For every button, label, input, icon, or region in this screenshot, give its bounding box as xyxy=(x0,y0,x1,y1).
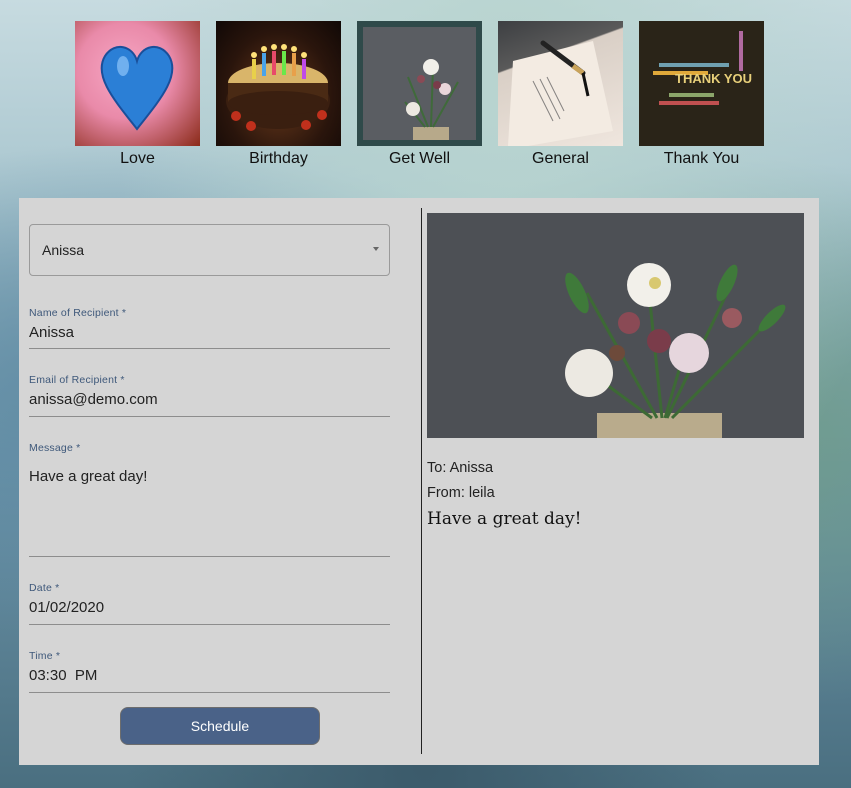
recipient-email-input[interactable]: anissa@demo.com xyxy=(29,391,390,411)
preview-message: Have a great day! xyxy=(427,509,582,529)
card-form-panel: Anissa Name of Recipient * Anissa Email … xyxy=(19,198,819,765)
heart-image[interactable] xyxy=(75,21,200,146)
panel-divider xyxy=(421,208,422,754)
recipient-email-field[interactable]: Email of Recipient * anissa@demo.com xyxy=(29,374,390,417)
flowers-icon xyxy=(427,213,804,438)
date-field[interactable]: Date * 01/02/2020 xyxy=(29,582,390,625)
thank-you-words-image[interactable]: THANK YOU xyxy=(639,21,764,146)
flowers-icon xyxy=(363,27,476,140)
category-general[interactable]: General xyxy=(498,21,623,168)
category-birthday[interactable]: Birthday xyxy=(216,21,341,168)
date-input[interactable]: 01/02/2020 xyxy=(29,599,390,619)
time-input[interactable]: 03:30 PM xyxy=(29,667,390,687)
card-category-gallery: Love Birthday Get Well General THANK YOU… xyxy=(75,21,764,168)
category-label: Thank You xyxy=(663,150,740,167)
category-get-well[interactable]: Get Well xyxy=(357,21,482,168)
category-thank-you[interactable]: THANK YOU Thank You xyxy=(639,21,764,168)
card-preview-image xyxy=(427,213,804,438)
contact-select[interactable]: Anissa xyxy=(29,224,390,276)
category-love[interactable]: Love xyxy=(75,21,200,168)
category-label: General xyxy=(532,150,589,167)
preview-from: From: leila xyxy=(427,485,495,501)
time-field[interactable]: Time * 03:30 PM xyxy=(29,650,390,693)
contact-select-value: Anissa xyxy=(42,242,85,258)
recipient-name-label: Name of Recipient * xyxy=(29,307,127,319)
dropdown-caret-icon[interactable] xyxy=(373,247,379,251)
input-underline xyxy=(29,348,390,349)
input-underline xyxy=(29,556,390,557)
thank-you-words-icon: THANK YOU xyxy=(653,31,752,105)
category-label: Love xyxy=(120,150,155,167)
category-label: Get Well xyxy=(388,150,451,167)
flowers-image[interactable] xyxy=(357,21,482,146)
birthday-cake-image[interactable] xyxy=(216,21,341,146)
input-underline xyxy=(29,416,390,417)
message-textarea[interactable]: Have a great day! xyxy=(29,468,390,488)
pen-paper-icon xyxy=(508,40,613,146)
schedule-button[interactable]: Schedule xyxy=(120,707,320,745)
birthday-cake-icon xyxy=(226,44,330,131)
thank-you-text: THANK YOU xyxy=(675,71,752,86)
recipient-name-input[interactable]: Anissa xyxy=(29,324,390,344)
input-underline xyxy=(29,624,390,625)
message-label: Message * xyxy=(29,442,81,454)
pen-paper-image[interactable] xyxy=(498,21,623,146)
date-label: Date * xyxy=(29,582,60,594)
time-label: Time * xyxy=(29,650,61,662)
input-underline xyxy=(29,692,390,693)
recipient-name-field[interactable]: Name of Recipient * Anissa xyxy=(29,307,390,349)
preview-to: To: Anissa xyxy=(427,460,494,476)
recipient-email-label: Email of Recipient * xyxy=(29,374,125,386)
category-label: Birthday xyxy=(249,150,308,167)
message-field[interactable]: Message * Have a great day! xyxy=(29,442,390,557)
heart-icon xyxy=(100,46,174,131)
